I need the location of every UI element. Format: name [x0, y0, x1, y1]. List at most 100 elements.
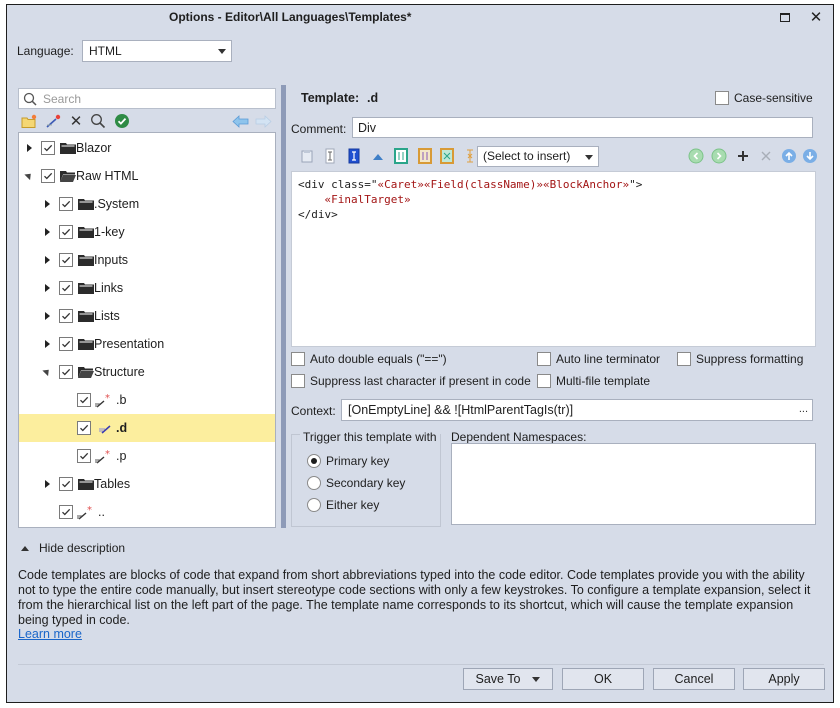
insert-select[interactable]: (Select to insert) [477, 146, 599, 167]
tree-item[interactable]: .System [19, 190, 275, 218]
prev-field-icon[interactable] [688, 148, 704, 164]
tree-item-checkbox[interactable] [59, 309, 73, 323]
tree-item-checkbox[interactable] [59, 253, 73, 267]
tree-item-checkbox[interactable] [59, 477, 73, 491]
tree-item[interactable]: Links [19, 274, 275, 302]
template-tree[interactable]: Blazor Raw HTML .System 1-key Inputs Links Lis… [18, 132, 276, 528]
context-input[interactable]: [OnEmptyLine] && ![HtmlParentTagIs(tr)] … [341, 399, 813, 421]
language-select[interactable]: HTML [82, 40, 232, 62]
tree-item-checkbox[interactable] [41, 141, 55, 155]
forward-arrow-icon[interactable] [254, 112, 272, 130]
field-icon[interactable] [417, 148, 433, 164]
expand-arrow-icon[interactable] [45, 312, 50, 320]
learn-more-link[interactable]: Learn more [18, 627, 82, 641]
tree-item-checkbox[interactable] [59, 281, 73, 295]
suppress-formatting-checkbox[interactable] [677, 352, 691, 366]
search-icon[interactable] [89, 112, 107, 130]
tree-item-checkbox[interactable] [59, 337, 73, 351]
template-code-editor[interactable]: <div class="«Caret»«Field(className)»«Bl… [291, 171, 816, 347]
add-icon[interactable] [735, 148, 751, 164]
tree-item-checkbox[interactable] [59, 197, 73, 211]
expand-arrow-icon[interactable] [45, 256, 50, 264]
cancel-button[interactable]: Cancel [653, 668, 735, 690]
search-box[interactable] [18, 88, 276, 109]
ok-button[interactable]: OK [562, 668, 644, 690]
suppress-last-char-checkbox[interactable] [291, 374, 305, 388]
namespaces-input[interactable] [451, 443, 816, 525]
new-template-icon[interactable] [44, 112, 62, 130]
move-up-icon[interactable] [781, 148, 797, 164]
footer-divider [18, 664, 824, 665]
expand-arrow-icon[interactable] [45, 480, 50, 488]
tree-item[interactable]: * .p [19, 442, 275, 470]
expand-arrow-icon[interactable] [45, 200, 50, 208]
caret-marker-icon[interactable] [322, 148, 338, 164]
tree-item[interactable]: Raw HTML [19, 162, 275, 190]
remove-icon[interactable] [758, 148, 774, 164]
radio-circle[interactable] [307, 498, 321, 512]
paste-icon[interactable] [299, 148, 315, 164]
search-input[interactable] [43, 91, 271, 107]
expand-arrow-icon[interactable] [45, 284, 50, 292]
auto-line-terminator-checkbox[interactable] [537, 352, 551, 366]
close-button[interactable]: ✕ [805, 7, 827, 27]
tree-item[interactable]: *.. [19, 498, 275, 526]
selection-marker-icon[interactable] [346, 148, 362, 164]
expand-arrow-icon[interactable] [45, 228, 50, 236]
tree-item[interactable]: 1-key [19, 218, 275, 246]
tree-item-checkbox[interactable] [59, 225, 73, 239]
new-folder-icon[interactable] [20, 112, 38, 130]
suppress-last-char-option[interactable]: Suppress last character if present in co… [291, 374, 531, 388]
template-new-icon: * [94, 449, 114, 465]
case-sensitive-checkbox[interactable] [715, 91, 729, 105]
auto-double-equals-option[interactable]: Auto double equals ("==") [291, 352, 447, 366]
block-anchor-icon[interactable] [393, 148, 409, 164]
radio-primary-key[interactable]: Primary key [307, 454, 389, 468]
title-bar: Options - Editor\All Languages\Templates… [7, 5, 833, 29]
tree-item[interactable]: Presentation [19, 330, 275, 358]
radio-secondary-key[interactable]: Secondary key [307, 476, 405, 490]
tree-item-checkbox[interactable] [77, 421, 91, 435]
hide-description-toggle[interactable]: Hide description [21, 541, 125, 555]
triangle-up-icon[interactable] [370, 148, 386, 164]
tree-item[interactable]: Structure [19, 358, 275, 386]
tree-item[interactable]: Lists [19, 302, 275, 330]
panel-splitter[interactable] [281, 85, 286, 528]
suppress-formatting-option[interactable]: Suppress formatting [677, 352, 803, 366]
radio-circle[interactable] [307, 476, 321, 490]
tree-item-checkbox[interactable] [77, 449, 91, 463]
expand-arrow-icon[interactable] [45, 340, 50, 348]
save-to-button[interactable]: Save To [463, 668, 553, 690]
next-field-icon[interactable] [711, 148, 727, 164]
check-icon[interactable] [113, 112, 131, 130]
tree-item-checkbox[interactable] [59, 505, 73, 519]
cursor-expand-icon[interactable] [462, 148, 478, 164]
tree-item[interactable]: Tables [19, 470, 275, 498]
radio-either-key[interactable]: Either key [307, 498, 379, 512]
tree-item[interactable]: * .b [19, 386, 275, 414]
auto-line-terminator-option[interactable]: Auto line terminator [537, 352, 660, 366]
tree-item-checkbox[interactable] [77, 393, 91, 407]
tree-item[interactable]: .d [19, 414, 275, 442]
apply-button[interactable]: Apply [743, 668, 825, 690]
expand-arrow-icon[interactable] [27, 144, 32, 152]
editor-toolbar: (Select to insert) [291, 145, 821, 169]
folder-open-icon [60, 170, 76, 182]
multi-file-option[interactable]: Multi-file template [537, 374, 650, 388]
context-browse-button[interactable]: ... [799, 403, 808, 415]
delete-icon[interactable]: ✕ [67, 112, 85, 130]
radio-circle[interactable] [307, 454, 321, 468]
collapse-arrow-icon[interactable] [24, 170, 34, 181]
multi-file-checkbox[interactable] [537, 374, 551, 388]
collapse-arrow-icon[interactable] [42, 366, 52, 377]
comment-input[interactable] [352, 117, 813, 138]
tree-item[interactable]: Blazor [19, 134, 275, 162]
back-arrow-icon[interactable] [231, 112, 249, 130]
tree-item-checkbox[interactable] [59, 365, 73, 379]
tree-item-checkbox[interactable] [41, 169, 55, 183]
move-down-icon[interactable] [802, 148, 818, 164]
tree-item[interactable]: Inputs [19, 246, 275, 274]
target-icon[interactable] [439, 148, 455, 164]
auto-double-equals-checkbox[interactable] [291, 352, 305, 366]
maximize-button[interactable] [774, 7, 796, 27]
